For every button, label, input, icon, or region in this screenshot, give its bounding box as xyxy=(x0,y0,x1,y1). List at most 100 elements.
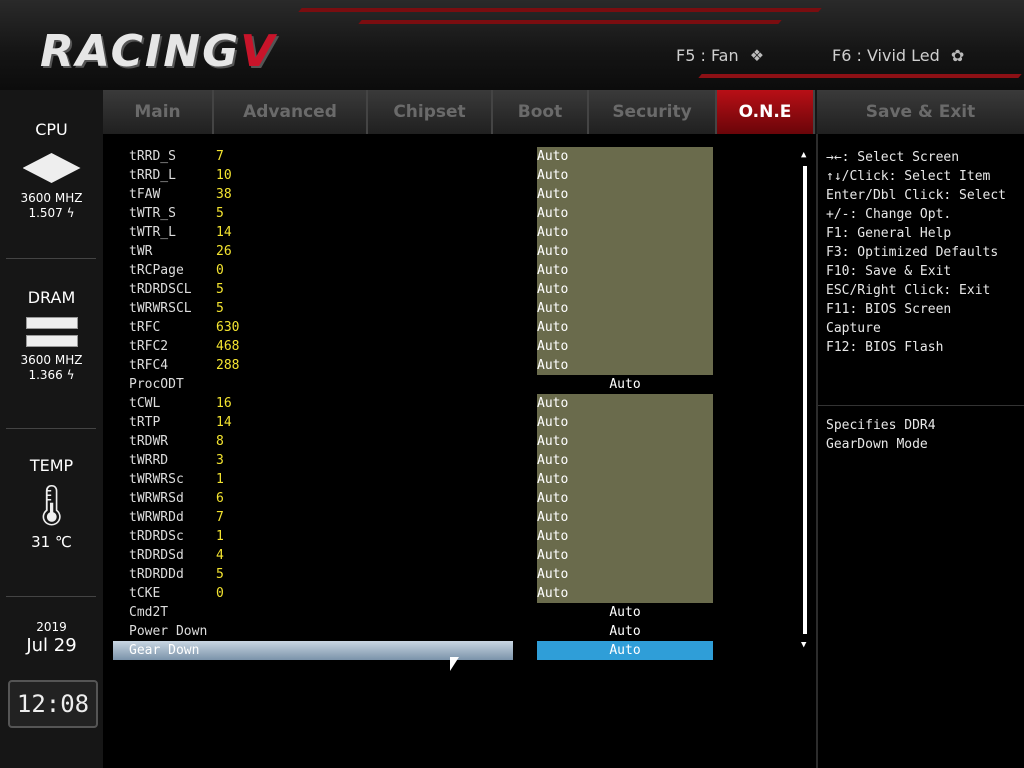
setting-row[interactable]: tRTP 14 Auto xyxy=(103,413,803,432)
setting-row[interactable]: tRDRDDd 5 Auto xyxy=(103,565,803,584)
setting-row[interactable]: tWTR_L 14 Auto xyxy=(103,223,803,242)
setting-option[interactable]: Auto xyxy=(537,242,713,261)
setting-option[interactable]: Auto xyxy=(537,337,713,356)
setting-row[interactable]: tRDRDSc 1 Auto xyxy=(103,527,803,546)
setting-option[interactable]: Auto xyxy=(537,185,713,204)
setting-option[interactable]: Auto xyxy=(537,147,713,166)
setting-option[interactable]: Auto xyxy=(537,261,713,280)
help-key-line: Enter/Dbl Click: Select xyxy=(826,188,1007,203)
item-description: Specifies DDR4 GearDown Mode xyxy=(818,416,1024,454)
help-keys: →←: Select Screen ↑↓/Click: Select Item En… xyxy=(818,148,1024,357)
setting-row[interactable]: tRDRDSd 4 Auto xyxy=(103,546,803,565)
setting-row[interactable]: Power Down Auto xyxy=(103,622,803,641)
setting-row[interactable]: tWRWRSCL 5 Auto xyxy=(103,299,803,318)
setting-label: tRTP xyxy=(129,415,161,430)
setting-row[interactable]: tRFC4 288 Auto xyxy=(103,356,803,375)
setting-current-value: 4 xyxy=(216,548,224,563)
tab-main[interactable]: Main xyxy=(103,90,214,134)
setting-option[interactable]: Auto xyxy=(537,565,713,584)
setting-option[interactable]: Auto xyxy=(537,166,713,185)
fan-icon: ❖ xyxy=(749,46,765,65)
tab-boot[interactable]: Boot xyxy=(493,90,589,134)
scrollbar[interactable]: ▲ ▼ xyxy=(801,150,809,650)
help-panel: →←: Select Screen ↑↓/Click: Select Item En… xyxy=(816,134,1024,768)
setting-current-value: 0 xyxy=(216,263,224,278)
setting-row[interactable]: tFAW 38 Auto xyxy=(103,185,803,204)
dram-volt: 1.366 ϟ xyxy=(28,368,75,382)
setting-option[interactable]: Auto xyxy=(537,375,713,394)
tab-advanced[interactable]: Advanced xyxy=(214,90,368,134)
setting-option[interactable]: Auto xyxy=(537,356,713,375)
setting-row[interactable]: tRDWR 8 Auto xyxy=(103,432,803,451)
setting-option[interactable]: Auto xyxy=(537,204,713,223)
setting-label: tWRWRSCL xyxy=(129,301,192,316)
temp-title: TEMP xyxy=(29,456,74,475)
help-key-line: ESC/Right Click: Exit xyxy=(826,283,991,298)
setting-current-value: 1 xyxy=(216,529,224,544)
setting-row[interactable]: tCWL 16 Auto xyxy=(103,394,803,413)
setting-row[interactable]: tRFC2 468 Auto xyxy=(103,337,803,356)
cpu-panel: CPU 3600 MHZ 1.507 ϟ xyxy=(0,120,103,221)
setting-option[interactable]: Auto xyxy=(537,641,713,660)
setting-label: tWR xyxy=(129,244,153,259)
setting-row[interactable]: tRDRDSCL 5 Auto xyxy=(103,280,803,299)
dram-panel: DRAM 3600 MHZ 1.366 ϟ xyxy=(0,288,103,383)
setting-current-value: 7 xyxy=(216,510,224,525)
scroll-up-icon[interactable]: ▲ xyxy=(801,150,806,160)
date-panel: 2019 Jul 29 xyxy=(0,620,103,656)
setting-option[interactable]: Auto xyxy=(537,603,713,622)
setting-current-value: 0 xyxy=(216,586,224,601)
setting-option[interactable]: Auto xyxy=(537,280,713,299)
tab-one[interactable]: O.N.E xyxy=(717,90,815,134)
setting-row[interactable]: Cmd2T Auto xyxy=(103,603,803,622)
scroll-down-icon[interactable]: ▼ xyxy=(801,640,806,650)
tab-chipset[interactable]: Chipset xyxy=(368,90,493,134)
setting-current-value: 5 xyxy=(216,567,224,582)
help-key-line: →←: Select Screen xyxy=(826,150,960,165)
decor-stripe xyxy=(298,8,822,12)
setting-row[interactable]: tRCPage 0 Auto xyxy=(103,261,803,280)
setting-row[interactable]: tWRWRSc 1 Auto xyxy=(103,470,803,489)
setting-option[interactable]: Auto xyxy=(537,508,713,527)
fan-button[interactable]: F5 : Fan ❖ xyxy=(676,46,764,65)
setting-row[interactable]: tWTR_S 5 Auto xyxy=(103,204,803,223)
setting-row[interactable]: tRFC 630 Auto xyxy=(103,318,803,337)
tab-save-exit[interactable]: Save & Exit xyxy=(817,90,1024,134)
setting-label: tWRWRSc xyxy=(129,472,184,487)
setting-label: tWTR_L xyxy=(129,225,176,240)
vivid-led-button[interactable]: F6 : Vivid Led ✿ xyxy=(832,46,964,65)
setting-option[interactable]: Auto xyxy=(537,622,713,641)
setting-row[interactable]: tRRD_S 7 Auto xyxy=(103,147,803,166)
tab-security[interactable]: Security xyxy=(589,90,717,134)
scroll-thumb[interactable] xyxy=(803,166,807,634)
setting-current-value: 26 xyxy=(216,244,232,259)
setting-row[interactable]: tRRD_L 10 Auto xyxy=(103,166,803,185)
setting-row[interactable]: ProcODT Auto xyxy=(103,375,803,394)
setting-row[interactable]: tWRWRSd 6 Auto xyxy=(103,489,803,508)
dram-freq: 3600 MHZ xyxy=(20,353,83,367)
setting-option[interactable]: Auto xyxy=(537,394,713,413)
setting-option[interactable]: Auto xyxy=(537,527,713,546)
setting-option[interactable]: Auto xyxy=(537,470,713,489)
setting-option[interactable]: Auto xyxy=(537,451,713,470)
setting-option[interactable]: Auto xyxy=(537,318,713,337)
setting-label: ProcODT xyxy=(129,377,184,392)
setting-option[interactable]: Auto xyxy=(537,584,713,603)
setting-option[interactable]: Auto xyxy=(537,223,713,242)
cpu-chip-icon xyxy=(22,153,81,183)
header-banner: RACINGV F5 : Fan ❖ F6 : Vivid Led ✿ xyxy=(0,0,1024,90)
help-key-line: F1: General Help xyxy=(826,226,952,241)
setting-row[interactable]: tCKE 0 Auto xyxy=(103,584,803,603)
setting-row[interactable]: tWR 26 Auto xyxy=(103,242,803,261)
setting-option[interactable]: Auto xyxy=(537,299,713,318)
setting-option[interactable]: Auto xyxy=(537,489,713,508)
setting-row[interactable]: tWRRD 3 Auto xyxy=(103,451,803,470)
setting-row[interactable]: tWRWRDd 7 Auto xyxy=(103,508,803,527)
setting-option[interactable]: Auto xyxy=(537,432,713,451)
temp-value: 31 ℃ xyxy=(31,533,72,551)
setting-current-value: 6 xyxy=(216,491,224,506)
setting-current-value: 7 xyxy=(216,149,224,164)
setting-option[interactable]: Auto xyxy=(537,546,713,565)
setting-label: tWRWRSd xyxy=(129,491,184,506)
setting-option[interactable]: Auto xyxy=(537,413,713,432)
